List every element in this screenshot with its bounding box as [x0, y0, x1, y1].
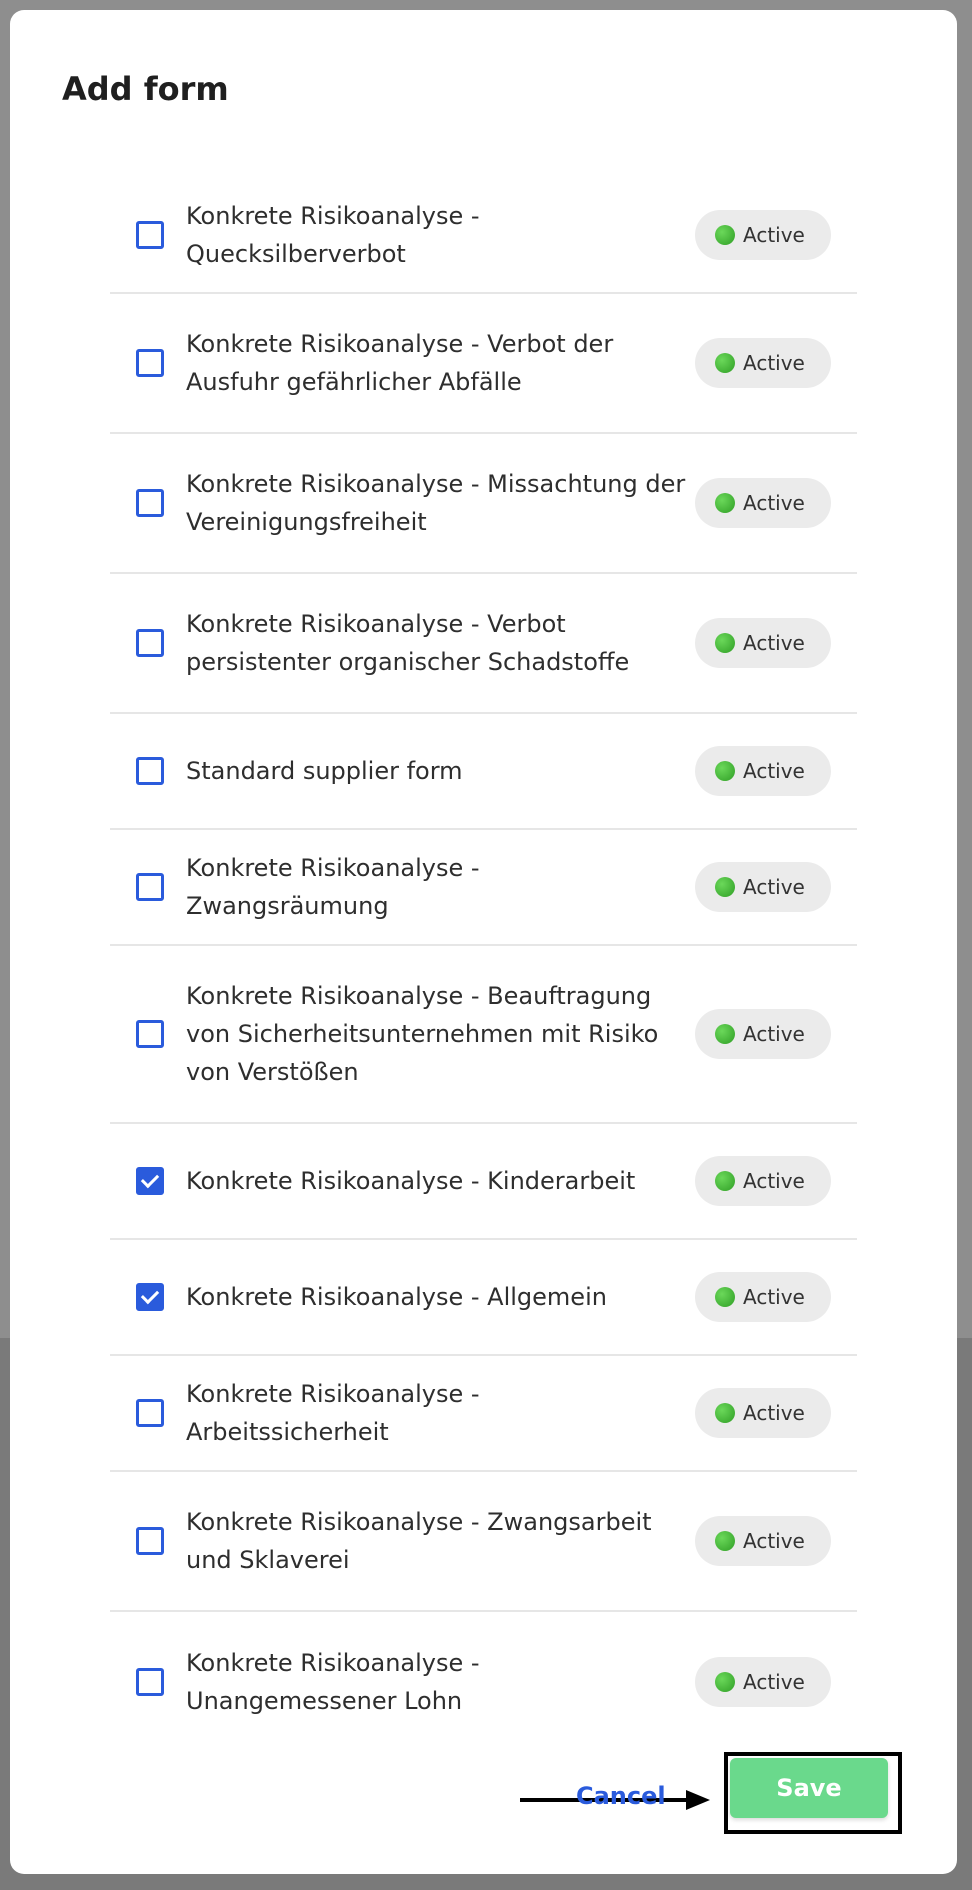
status-text: Active [743, 491, 805, 515]
form-row[interactable]: Konkrete Risikoanalyse - Zwangsarbeit un… [110, 1472, 857, 1612]
form-checkbox[interactable] [136, 1668, 164, 1696]
form-label: Konkrete Risikoanalyse - Beauftragung vo… [186, 982, 659, 1086]
cancel-button[interactable]: Cancel [576, 1782, 666, 1810]
status-badge: Active [695, 618, 831, 668]
status-text: Active [743, 631, 805, 655]
form-label: Konkrete Risikoanalyse - Verbot persiste… [186, 610, 630, 676]
status-badge: Active [695, 1272, 831, 1322]
form-label: Konkrete Risikoanalyse - Zwangsarbeit un… [186, 1508, 652, 1574]
add-form-modal: Add form Konkrete Risikoanalyse - Quecks… [10, 10, 957, 1874]
green-dot-icon [715, 761, 735, 781]
form-row[interactable]: Konkrete Risikoanalyse - Kinderarbeit Ac… [110, 1124, 857, 1240]
green-dot-icon [715, 1403, 735, 1423]
green-dot-icon [715, 1672, 735, 1692]
status-badge: Active [695, 1156, 831, 1206]
status-text: Active [743, 223, 805, 247]
form-label: Konkrete Risikoanalyse - Missachtung der… [186, 470, 686, 536]
form-checkbox[interactable] [136, 489, 164, 517]
status-text: Active [743, 1529, 805, 1553]
form-label: Konkrete Risikoanalyse - Arbeitssicherhe… [186, 1380, 480, 1446]
status-badge: Active [695, 210, 831, 260]
green-dot-icon [715, 1531, 735, 1551]
form-list: Konkrete Risikoanalyse - Quecksilberverb… [110, 178, 857, 1752]
form-row[interactable]: Konkrete Risikoanalyse - Verbot persiste… [110, 574, 857, 714]
form-label: Konkrete Risikoanalyse - Allgemein [186, 1283, 607, 1311]
form-checkbox[interactable] [136, 1020, 164, 1048]
status-badge: Active [695, 1009, 831, 1059]
status-text: Active [743, 351, 805, 375]
status-badge: Active [695, 1657, 831, 1707]
form-checkbox[interactable] [136, 1527, 164, 1555]
form-row[interactable]: Konkrete Risikoanalyse - Verbot der Ausf… [110, 294, 857, 434]
save-button[interactable]: Save [730, 1758, 888, 1818]
form-label: Konkrete Risikoanalyse - Verbot der Ausf… [186, 330, 614, 396]
modal-footer: Cancel Save [10, 1752, 957, 1852]
form-label: Konkrete Risikoanalyse - Zwangsräumung [186, 854, 480, 920]
form-checkbox-checked[interactable] [136, 1283, 164, 1311]
green-dot-icon [715, 1287, 735, 1307]
form-checkbox[interactable] [136, 349, 164, 377]
form-row[interactable]: Konkrete Risikoanalyse - Arbeitssicherhe… [110, 1356, 857, 1472]
status-text: Active [743, 1670, 805, 1694]
status-text: Active [743, 1401, 805, 1425]
green-dot-icon [715, 633, 735, 653]
status-text: Active [743, 1022, 805, 1046]
form-row[interactable]: Konkrete Risikoanalyse - Allgemein Activ… [110, 1240, 857, 1356]
green-dot-icon [715, 493, 735, 513]
form-row[interactable]: Konkrete Risikoanalyse - Missachtung der… [110, 434, 857, 574]
status-badge: Active [695, 1516, 831, 1566]
status-text: Active [743, 759, 805, 783]
green-dot-icon [715, 1024, 735, 1044]
form-row[interactable]: Konkrete Risikoanalyse - Beauftragung vo… [110, 946, 857, 1124]
status-text: Active [743, 1285, 805, 1309]
green-dot-icon [715, 1171, 735, 1191]
form-row[interactable]: Konkrete Risikoanalyse - Quecksilberverb… [110, 178, 857, 294]
form-label: Konkrete Risikoanalyse - Quecksilberverb… [186, 202, 480, 268]
form-checkbox[interactable] [136, 1399, 164, 1427]
green-dot-icon [715, 353, 735, 373]
modal-title: Add form [62, 70, 229, 108]
form-checkbox[interactable] [136, 221, 164, 249]
green-dot-icon [715, 877, 735, 897]
form-label: Konkrete Risikoanalyse - Unangemessener … [186, 1649, 480, 1715]
status-badge: Active [695, 478, 831, 528]
status-badge: Active [695, 338, 831, 388]
form-row[interactable]: Konkrete Risikoanalyse - Zwangsräumung A… [110, 830, 857, 946]
form-checkbox-checked[interactable] [136, 1167, 164, 1195]
status-badge: Active [695, 862, 831, 912]
status-text: Active [743, 1169, 805, 1193]
form-checkbox[interactable] [136, 629, 164, 657]
status-badge: Active [695, 746, 831, 796]
form-label: Konkrete Risikoanalyse - Kinderarbeit [186, 1167, 636, 1195]
status-text: Active [743, 875, 805, 899]
form-checkbox[interactable] [136, 873, 164, 901]
form-row[interactable]: Standard supplier form Active [110, 714, 857, 830]
form-checkbox[interactable] [136, 757, 164, 785]
green-dot-icon [715, 225, 735, 245]
form-row[interactable]: Konkrete Risikoanalyse - Unangemessener … [110, 1612, 857, 1752]
status-badge: Active [695, 1388, 831, 1438]
form-label: Standard supplier form [186, 757, 463, 785]
